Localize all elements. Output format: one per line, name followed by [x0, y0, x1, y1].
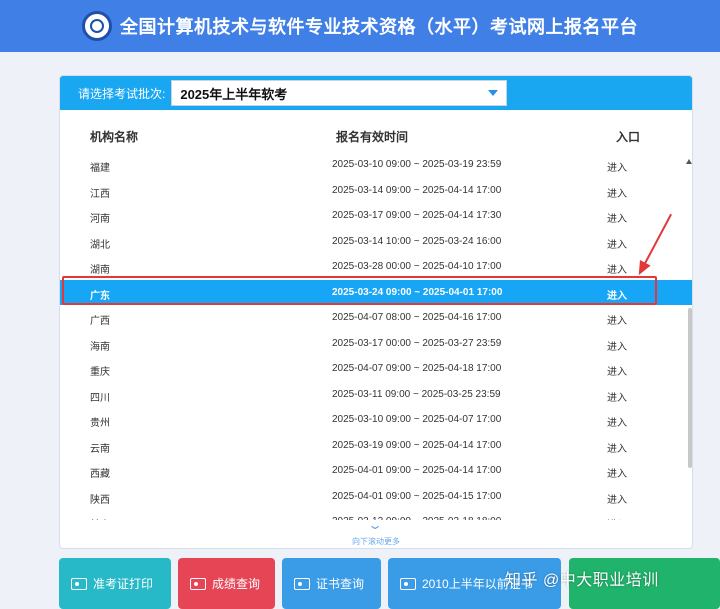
institution-name: 湖南 [90, 265, 110, 276]
table-row: 陕西 2025-04-01 09:00 ~ 2025-04-15 17:00 进入 [60, 484, 692, 510]
enter-link[interactable]: 进入 [607, 363, 627, 378]
score-icon [190, 577, 206, 590]
registration-time: 2025-03-12 09:00 ~ 2025-03-18 18:00 [332, 516, 501, 520]
header-entry: 入口 [616, 130, 641, 144]
enter-link[interactable]: 进入 [607, 389, 627, 404]
table-row: 广东 2025-03-24 09:00 ~ 2025-04-01 17:00 进入 [60, 279, 692, 305]
header-time: 报名有效时间 [336, 130, 409, 144]
table-row: 江西 2025-03-14 09:00 ~ 2025-04-14 17:00 进入 [60, 178, 692, 204]
enter-link[interactable]: 进入 [607, 287, 627, 302]
table-row: 四川 2025-03-11 09:00 ~ 2025-03-25 23:59 进入 [60, 382, 692, 408]
batch-bar: 请选择考试批次: 2025年上半年软考 [60, 76, 692, 110]
button-label: 证书查询 [316, 577, 365, 591]
logo-icon [82, 11, 112, 41]
institution-name: 云南 [90, 443, 110, 455]
header-bar: 全国计算机技术与软件专业技术资格（水平）考试网上报名平台 [0, 0, 720, 52]
enter-link[interactable]: 进入 [607, 440, 627, 455]
table-row: 西藏 2025-04-01 09:00 ~ 2025-04-14 17:00 进入 [60, 458, 692, 484]
registration-time: 2025-03-19 09:00 ~ 2025-04-14 17:00 [332, 439, 502, 451]
registration-time: 2025-03-10 09:00 ~ 2025-03-19 23:59 [332, 159, 502, 170]
scroll-up-icon[interactable] [686, 159, 692, 164]
institution-list[interactable]: 福建 2025-03-10 09:00 ~ 2025-03-19 23:59 进入江… [60, 152, 692, 520]
enter-link[interactable]: 进入 [607, 465, 627, 480]
registration-time: 2025-03-28 00:00 ~ 2025-04-10 17:00 [332, 261, 502, 272]
table-row: 贵州 2025-03-10 09:00 ~ 2025-04-07 17:00 进入 [60, 407, 692, 433]
table-row: 湖南 2025-03-28 00:00 ~ 2025-04-10 17:00 进入 [60, 254, 692, 280]
score-query-button[interactable]: 成绩查询 [178, 558, 275, 609]
table-row: 广西 2025-04-07 08:00 ~ 2025-04-16 17:00 进入 [60, 305, 692, 331]
registration-time: 2025-03-10 09:00 ~ 2025-04-07 17:00 [332, 414, 502, 425]
admission-ticket-button[interactable]: 准考证打印 [59, 558, 171, 609]
enter-link[interactable]: 进入 [607, 312, 627, 327]
chevron-down-icon [488, 90, 499, 96]
registration-time: 2025-04-01 09:00 ~ 2025-04-14 17:00 [332, 465, 502, 476]
enter-link[interactable]: 进入 [607, 491, 627, 506]
batch-select[interactable]: 2025年上半年软考 [171, 80, 508, 106]
table-row: 河南 2025-03-17 09:00 ~ 2025-04-14 17:30 进入 [60, 203, 692, 229]
watermark: 知乎 @中大职业培训 [505, 572, 659, 589]
institution-name: 湖北 [90, 239, 110, 251]
button-label: 成绩查询 [212, 577, 261, 591]
institution-name: 福建 [90, 163, 110, 174]
registration-time: 2025-03-11 09:00 ~ 2025-03-25 23:59 [332, 388, 501, 400]
institution-name: 四川 [90, 392, 110, 404]
enter-link[interactable]: 进入 [607, 159, 627, 174]
enter-link[interactable]: 进入 [607, 516, 627, 520]
enter-link[interactable]: 进入 [607, 236, 627, 251]
institution-name: 广西 [90, 316, 110, 327]
enter-link[interactable]: 进入 [607, 210, 627, 225]
registration-panel: 请选择考试批次: 2025年上半年软考 机构名称 报名有效时间 入口 福建 202… [59, 75, 693, 549]
institution-name: 甘肃 [90, 516, 110, 520]
institution-name: 西藏 [90, 469, 110, 480]
batch-label: 请选择考试批次: [78, 86, 166, 101]
table-row: 云南 2025-03-19 09:00 ~ 2025-04-14 17:00 进入 [60, 433, 692, 459]
institution-name: 陕西 [90, 494, 110, 506]
table-row: 海南 2025-03-17 00:00 ~ 2025-03-27 23:59 进入 [60, 331, 692, 357]
table-row: 福建 2025-03-10 09:00 ~ 2025-03-19 23:59 进入 [60, 152, 692, 178]
enter-link[interactable]: 进入 [607, 338, 627, 353]
institution-name: 重庆 [90, 367, 110, 378]
scrollbar[interactable] [688, 308, 692, 468]
id-card-icon [71, 577, 87, 590]
registration-time: 2025-04-07 08:00 ~ 2025-04-16 17:00 [332, 312, 502, 323]
registration-time: 2025-04-07 09:00 ~ 2025-04-18 17:00 [332, 363, 502, 374]
registration-time: 2025-03-14 09:00 ~ 2025-04-14 17:00 [332, 184, 502, 196]
button-label: 准考证打印 [93, 577, 154, 591]
scroll-hint: 向下滚动更多 [352, 537, 400, 546]
header-name: 机构名称 [90, 130, 139, 144]
batch-value: 2025年上半年软考 [180, 86, 288, 102]
certificate-query-button[interactable]: 证书查询 [282, 558, 381, 609]
registration-time: 2025-03-17 09:00 ~ 2025-04-14 17:30 [332, 210, 502, 221]
institution-name: 贵州 [90, 418, 110, 429]
registration-time: 2025-03-17 00:00 ~ 2025-03-27 23:59 [332, 337, 502, 349]
page-title: 全国计算机技术与软件专业技术资格（水平）考试网上报名平台 [120, 17, 638, 37]
table-row: 重庆 2025-04-07 09:00 ~ 2025-04-18 17:00 进入 [60, 356, 692, 382]
enter-link[interactable]: 进入 [607, 414, 627, 429]
enter-link[interactable]: 进入 [607, 261, 627, 276]
enter-link[interactable]: 进入 [607, 185, 627, 200]
institution-name: 广东 [90, 290, 110, 302]
registration-time: 2025-03-24 09:00 ~ 2025-04-01 17:00 [332, 286, 503, 298]
certificate-icon [294, 577, 310, 590]
table-row: 湖北 2025-03-14 10:00 ~ 2025-03-24 16:00 进入 [60, 229, 692, 255]
table-header: 机构名称 报名有效时间 入口 [60, 126, 692, 146]
registration-time: 2025-04-01 09:00 ~ 2025-04-15 17:00 [332, 490, 502, 502]
institution-name: 河南 [90, 214, 110, 225]
registration-time: 2025-03-14 10:00 ~ 2025-03-24 16:00 [332, 235, 502, 247]
certificate-icon [400, 577, 416, 590]
institution-name: 江西 [90, 188, 110, 200]
chevron-down-icon: ⌄ [366, 518, 384, 532]
institution-name: 海南 [90, 341, 110, 353]
